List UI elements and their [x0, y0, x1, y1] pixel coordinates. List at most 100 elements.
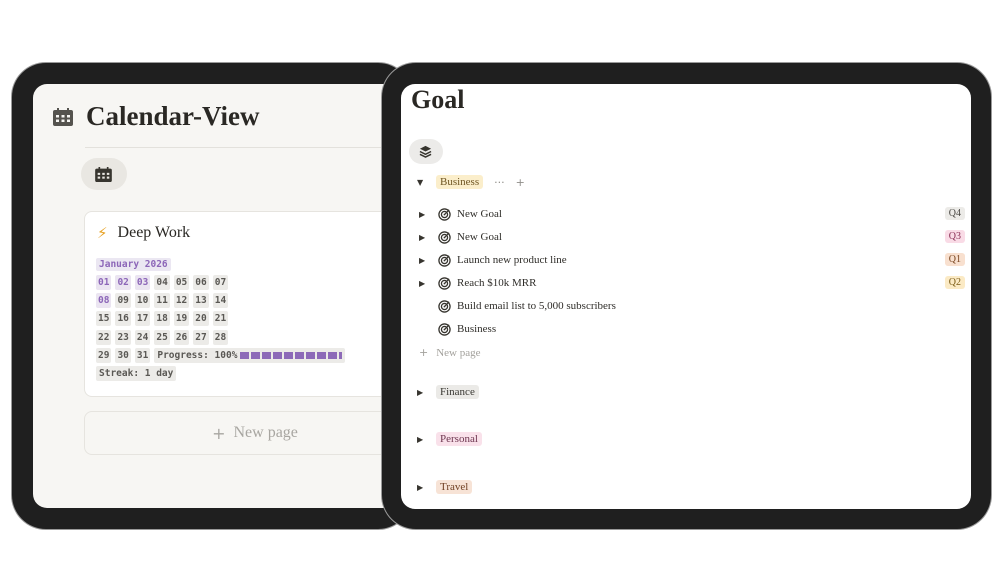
- calendar-view-screen: Calendar-View ⚡ Deep Work January 2026 0…: [33, 84, 413, 508]
- triangle-right-icon[interactable]: ▶: [419, 233, 429, 242]
- quarter-badge: Q4: [944, 207, 965, 220]
- day-cell: 31: [134, 347, 151, 363]
- triangle-right-icon[interactable]: ▶: [417, 435, 427, 444]
- triangle-right-icon[interactable]: ▶: [419, 279, 429, 288]
- card-header: ⚡ Deep Work: [97, 224, 190, 242]
- day-cell: 29: [96, 347, 112, 363]
- day-cell: 05: [173, 275, 190, 290]
- day-cell: 11: [154, 293, 170, 309]
- progress-label: Progress: 100%: [154, 347, 346, 363]
- layers-icon: [419, 145, 432, 158]
- day-cell: 24: [134, 329, 151, 345]
- title-divider: [85, 147, 413, 148]
- week-row: 01 02 03 04 05 06 07: [96, 275, 396, 290]
- quarter-badge: Q3: [944, 230, 965, 243]
- target-icon: [438, 322, 451, 336]
- week-row: 15 16 17 18 19 20 21: [96, 311, 396, 327]
- goal-title[interactable]: Launch new product line: [457, 254, 567, 266]
- target-icon: [438, 276, 451, 290]
- day-cell: 09: [115, 293, 131, 309]
- target-icon: [438, 230, 451, 244]
- goal-row[interactable]: Business: [419, 319, 969, 339]
- day-cell: 17: [134, 311, 151, 327]
- group-more-button[interactable]: ···: [494, 176, 505, 189]
- goal-row[interactable]: ▶ New Goal Q3: [419, 227, 969, 247]
- group-header-business[interactable]: ▼ Business ··· +: [417, 175, 525, 189]
- quarter-badge: Q1: [944, 253, 965, 266]
- day-cell: 04: [154, 275, 170, 290]
- calendar-icon: [53, 108, 73, 126]
- group-tag: Travel: [436, 480, 473, 494]
- goal-view-screen: Goal ▼ Business ··· + ▶ New Goal Q4 ▶ New Goal Q3…: [401, 84, 971, 509]
- day-cell: 14: [212, 293, 229, 309]
- day-cell: 22: [96, 329, 112, 345]
- new-page-button[interactable]: + New page: [419, 346, 481, 359]
- day-cell: 15: [96, 311, 112, 327]
- day-cell: 01: [96, 275, 112, 290]
- goal-title[interactable]: New Goal: [457, 231, 502, 243]
- new-page-button[interactable]: + New page: [84, 411, 413, 455]
- day-cell: 06: [193, 275, 209, 290]
- goal-row[interactable]: Build email list to 5,000 subscribers: [419, 296, 969, 316]
- day-cell: 07: [212, 275, 229, 290]
- new-page-label: New page: [233, 424, 298, 441]
- day-cell: 12: [173, 293, 190, 309]
- week-row: 22 23 24 25 26 27 28: [96, 329, 396, 345]
- front-tablet-frame: Goal ▼ Business ··· + ▶ New Goal Q4 ▶ New Goal Q3…: [382, 63, 991, 529]
- day-cell: 30: [115, 347, 131, 363]
- plus-icon: +: [419, 346, 429, 359]
- day-cell: 02: [115, 275, 131, 290]
- lightning-icon: ⚡: [97, 224, 108, 242]
- goal-title[interactable]: Build email list to 5,000 subscribers: [457, 300, 616, 312]
- day-cell: 28: [212, 329, 229, 345]
- day-cell: 10: [134, 293, 151, 309]
- day-cell: 19: [173, 311, 190, 327]
- group-header-finance[interactable]: ▶ Finance: [417, 385, 479, 399]
- day-cell: 03: [134, 275, 151, 290]
- triangle-right-icon[interactable]: ▶: [417, 388, 427, 397]
- week-row: 29 30 31 Progress: 100%: [96, 347, 396, 363]
- day-cell: 08: [96, 293, 112, 309]
- day-cell: 20: [193, 311, 209, 327]
- back-tablet-frame: Calendar-View ⚡ Deep Work January 2026 0…: [12, 63, 413, 529]
- group-header-travel[interactable]: ▶ Travel: [417, 480, 473, 494]
- goal-row[interactable]: ▶ Launch new product line Q1: [419, 250, 969, 270]
- target-icon: [438, 207, 451, 221]
- triangle-right-icon[interactable]: ▶: [419, 256, 429, 265]
- day-grid: 01 02 03 04 05 06 07 08 09 10 11 12 13 14 15 16 17 18 19 20…: [96, 275, 396, 384]
- goal-title[interactable]: Reach $10k MRR: [457, 277, 536, 289]
- plus-icon: +: [212, 423, 226, 443]
- day-cell: 23: [115, 329, 131, 345]
- week-row: 08 09 10 11 12 13 14: [96, 293, 396, 309]
- target-icon: [438, 299, 451, 313]
- card-title: Deep Work: [117, 224, 191, 241]
- progress-text: Progress: 100%: [157, 349, 238, 361]
- goal-title[interactable]: New Goal: [457, 208, 502, 220]
- group-tag: Finance: [436, 385, 479, 399]
- new-page-label: New page: [436, 346, 481, 359]
- goal-row[interactable]: ▶ New Goal Q4: [419, 204, 969, 224]
- day-cell: 26: [173, 329, 190, 345]
- goal-row[interactable]: ▶ Reach $10k MRR Q2: [419, 273, 969, 293]
- triangle-right-icon[interactable]: ▶: [419, 210, 429, 219]
- goal-title[interactable]: Business: [457, 323, 496, 335]
- day-cell: 21: [212, 311, 229, 327]
- triangle-right-icon[interactable]: ▶: [417, 483, 427, 492]
- group-header-personal[interactable]: ▶ Personal: [417, 432, 482, 446]
- group-add-button[interactable]: +: [516, 176, 525, 189]
- page-title: Goal: [411, 85, 465, 114]
- month-label: January 2026: [96, 258, 171, 271]
- quarter-badge: Q2: [944, 276, 965, 289]
- calendar-card[interactable]: ⚡ Deep Work January 2026 01 02 03 04 05 06 07 0…: [84, 211, 413, 397]
- group-tag: Personal: [436, 432, 482, 446]
- day-cell: 13: [193, 293, 209, 309]
- triangle-down-icon[interactable]: ▼: [417, 178, 427, 187]
- streak-label: Streak: 1 day: [96, 365, 177, 381]
- page-title: Calendar-View: [86, 101, 260, 131]
- calendar-view-tab[interactable]: [81, 158, 127, 190]
- day-cell: 27: [193, 329, 209, 345]
- progress-bar: [240, 351, 343, 359]
- streak-row: Streak: 1 day: [96, 365, 396, 381]
- day-cell: 16: [115, 311, 131, 327]
- board-view-tab[interactable]: [409, 139, 443, 164]
